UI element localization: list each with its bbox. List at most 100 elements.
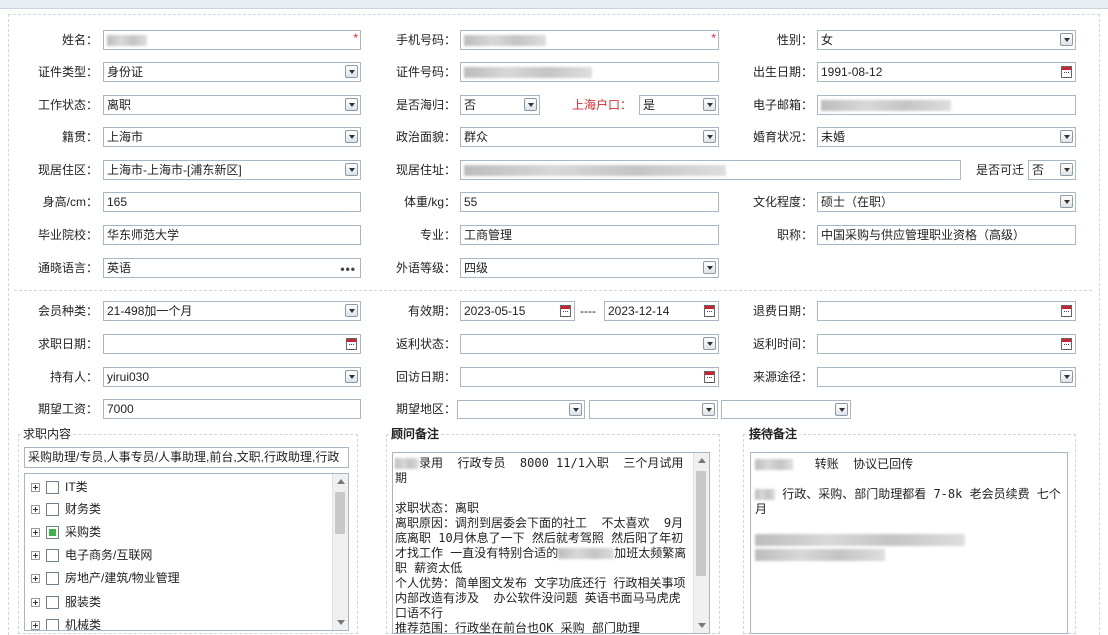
refund-date-field[interactable]	[817, 301, 1076, 321]
scroll-up-icon[interactable]	[337, 479, 345, 484]
id-number-field[interactable]	[460, 62, 719, 82]
dropdown-arrow-icon[interactable]	[345, 98, 358, 111]
calendar-icon[interactable]	[560, 305, 571, 317]
dropdown-arrow-icon[interactable]	[345, 304, 358, 317]
region-city-select[interactable]	[589, 400, 718, 419]
expected-salary-field[interactable]: 7000	[103, 399, 361, 419]
checkbox-icon[interactable]	[46, 549, 59, 563]
scroll-thumb[interactable]	[335, 492, 345, 534]
job-seek-date-field[interactable]	[103, 334, 361, 354]
job-category-tree[interactable]: IT类 财务类 采购类 电子商务/互联网 房地产/建筑/物业管理 服装类 机械类	[24, 473, 349, 631]
job-summary-field[interactable]: 采购助理/专员,人事专员/人事助理,前台,文职,行政助理,行政	[24, 447, 349, 468]
tree-item-it[interactable]: IT类	[31, 476, 88, 498]
dropdown-arrow-icon[interactable]	[703, 337, 716, 350]
native-place-select[interactable]: 上海市	[103, 127, 361, 147]
ellipsis-icon[interactable]: •••	[340, 260, 356, 277]
school-field[interactable]: 华东师范大学	[103, 225, 361, 245]
weight-field[interactable]: 55	[460, 192, 719, 212]
dropdown-arrow-icon[interactable]	[345, 130, 358, 143]
checkbox-icon[interactable]	[46, 619, 59, 630]
tree-item-ecommerce[interactable]: 电子商务/互联网	[31, 544, 152, 566]
calendar-icon[interactable]	[1061, 338, 1072, 350]
checkbox-icon[interactable]	[46, 481, 59, 495]
dropdown-arrow-icon[interactable]	[702, 403, 715, 416]
calendar-icon[interactable]	[346, 338, 357, 350]
relocate-select[interactable]: 否	[1028, 160, 1076, 180]
political-status-select[interactable]: 群众	[460, 127, 719, 147]
dropdown-arrow-icon[interactable]	[345, 163, 358, 176]
tree-item-purchasing[interactable]: 采购类	[31, 521, 101, 543]
calendar-icon[interactable]	[1061, 66, 1072, 78]
advisor-remark-textarea[interactable]: 录用 行政专员 8000 11/1入职 三个月试用期 求职状态：离职 离职原因：…	[392, 452, 710, 634]
dropdown-arrow-icon[interactable]	[1060, 33, 1073, 46]
region-district-select[interactable]	[721, 400, 851, 419]
id-type-select[interactable]: 身份证	[103, 62, 361, 82]
validity-from-field[interactable]: 2023-05-15	[460, 301, 575, 321]
name-field[interactable]: *	[103, 30, 361, 50]
advisor-scrollbar[interactable]	[693, 453, 709, 633]
language-field[interactable]: 英语 •••	[103, 258, 361, 278]
address-field[interactable]	[460, 160, 961, 180]
dropdown-arrow-icon[interactable]	[1060, 130, 1073, 143]
gender-select[interactable]: 女	[817, 30, 1076, 50]
checkbox-icon[interactable]	[46, 572, 59, 586]
tree-item-real-estate[interactable]: 房地产/建筑/物业管理	[31, 567, 180, 589]
member-type-select[interactable]: 21-498加一个月	[103, 301, 361, 321]
scroll-down-icon[interactable]	[337, 620, 345, 625]
language-level-select[interactable]: 四级	[460, 258, 719, 278]
calendar-icon[interactable]	[704, 305, 715, 317]
dropdown-arrow-icon[interactable]	[703, 261, 716, 274]
scroll-thumb[interactable]	[696, 471, 706, 576]
scroll-up-icon[interactable]	[698, 458, 706, 463]
dropdown-arrow-icon[interactable]	[524, 98, 537, 111]
dropdown-arrow-icon[interactable]	[1060, 370, 1073, 383]
scroll-down-icon[interactable]	[698, 623, 706, 628]
source-select[interactable]	[817, 367, 1076, 387]
expand-icon[interactable]	[31, 528, 40, 538]
birth-date-field[interactable]: 1991-08-12	[817, 62, 1076, 82]
calendar-icon[interactable]	[704, 371, 715, 383]
education-select[interactable]: 硕士（在职）	[817, 192, 1076, 212]
residence-area-select[interactable]: 上海市-上海市-[浦东新区]	[103, 160, 361, 180]
expand-icon[interactable]	[31, 483, 40, 493]
tree-item-finance[interactable]: 财务类	[31, 498, 101, 520]
region-province-select[interactable]	[457, 400, 585, 419]
checkbox-icon[interactable]	[46, 503, 59, 517]
validity-to-field[interactable]: 2023-12-14	[604, 301, 719, 321]
dropdown-arrow-icon[interactable]	[345, 370, 358, 383]
height-field[interactable]: 165	[103, 192, 361, 212]
validity-label: 有效期：	[407, 304, 456, 318]
checkbox-icon[interactable]	[46, 596, 59, 610]
expand-icon[interactable]	[31, 598, 40, 608]
validity-separator: ----	[580, 304, 596, 318]
marital-status-select[interactable]: 未婚	[817, 127, 1076, 147]
holder-select[interactable]: yirui030	[103, 367, 361, 387]
work-status-select[interactable]: 离职	[103, 95, 361, 115]
rebate-status-select[interactable]	[460, 334, 719, 354]
dropdown-arrow-icon[interactable]	[835, 403, 848, 416]
dropdown-arrow-icon[interactable]	[569, 403, 582, 416]
dropdown-arrow-icon[interactable]	[1060, 195, 1073, 208]
major-field[interactable]: 工商管理	[460, 225, 719, 245]
tree-item-machinery[interactable]: 机械类	[31, 614, 101, 630]
rebate-time-field[interactable]	[817, 334, 1076, 354]
returnee-select[interactable]: 否	[460, 95, 540, 115]
email-field[interactable]	[817, 95, 1076, 115]
tree-item-apparel[interactable]: 服装类	[31, 591, 101, 613]
dropdown-arrow-icon[interactable]	[345, 65, 358, 78]
checkbox-checked-icon[interactable]	[46, 526, 59, 540]
tree-scrollbar[interactable]	[332, 474, 348, 630]
reception-remark-textarea[interactable]: 转账 协议已回传 行政、采购、部门助理都看 7-8k 老会员续费 七个月	[750, 452, 1068, 634]
visit-date-field[interactable]	[460, 367, 719, 387]
dropdown-arrow-icon[interactable]	[1060, 163, 1073, 176]
shanghai-hukou-select[interactable]: 是	[639, 95, 719, 115]
expand-icon[interactable]	[31, 551, 40, 561]
expand-icon[interactable]	[31, 505, 40, 515]
expand-icon[interactable]	[31, 621, 40, 630]
calendar-icon[interactable]	[1061, 305, 1072, 317]
mobile-field[interactable]: *	[460, 30, 719, 50]
title-field[interactable]: 中国采购与供应管理职业资格（高级）	[817, 225, 1076, 245]
expand-icon[interactable]	[31, 574, 40, 584]
dropdown-arrow-icon[interactable]	[703, 130, 716, 143]
dropdown-arrow-icon[interactable]	[703, 98, 716, 111]
